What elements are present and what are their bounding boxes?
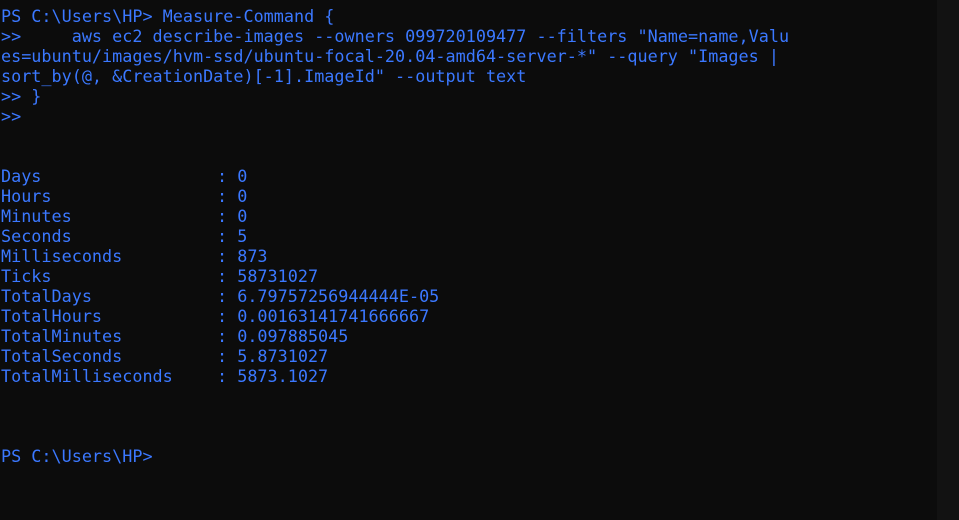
result-row: TotalHours: 0.00163141741666667 [1,306,429,326]
prompt-text: PS C:\Users\HP> [1,446,153,466]
result-value: 0.097885045 [237,326,349,346]
result-row: Days: 0 [1,166,247,186]
result-row: Minutes: 0 [1,206,247,226]
result-row: TotalSeconds: 5.8731027 [1,346,328,366]
result-name: Minutes [1,206,72,226]
result-value: 0 [237,166,248,186]
result-row: Hours: 0 [1,186,247,206]
result-name: TotalDays [1,286,92,306]
result-value: 873 [237,246,268,266]
result-separator: : [217,326,238,346]
result-name: TotalHours [1,306,103,326]
result-separator: : [217,246,238,266]
result-row: Ticks: 58731027 [1,266,318,286]
result-value: 0.00163141741666667 [237,306,430,326]
result-row: TotalMilliseconds: 5873.1027 [1,366,328,386]
result-separator: : [217,266,238,286]
command-line-1: PS C:\Users\HP> Measure-Command { [1,6,335,26]
result-separator: : [217,366,238,386]
result-name: Hours [1,186,52,206]
result-separator: : [217,166,238,186]
result-name: Days [1,166,42,186]
result-separator: : [217,186,238,206]
result-row: TotalDays: 6.79757256944444E-05 [1,286,439,306]
result-row: Milliseconds: 873 [1,246,268,266]
result-separator: : [217,206,238,226]
result-value: 0 [237,206,248,226]
command-line-4: sort_by(@, &CreationDate)[-1].ImageId" -… [1,66,527,86]
result-value: 5873.1027 [237,366,329,386]
result-name: TotalMilliseconds [1,366,173,386]
result-value: 5.8731027 [237,346,329,366]
result-separator: : [217,226,238,246]
result-name: Seconds [1,226,72,246]
result-separator: : [217,346,238,366]
result-value: 5 [237,226,248,246]
result-row: Seconds: 5 [1,226,247,246]
result-separator: : [217,286,238,306]
command-line-2: >> aws ec2 describe-images --owners 0997… [1,26,790,46]
result-name: Milliseconds [1,246,123,266]
result-name: TotalMinutes [1,326,123,346]
result-name: TotalSeconds [1,346,123,366]
result-separator: : [217,306,238,326]
terminal-window[interactable]: PS C:\Users\HP> Measure-Command { >> aws… [0,0,937,520]
command-line-6: >> [1,106,22,126]
scrollbar-track[interactable] [937,0,959,520]
prompt-line[interactable]: PS C:\Users\HP> [1,446,153,466]
command-line-5: >> } [1,86,42,106]
result-name: Ticks [1,266,52,286]
result-value: 58731027 [237,266,319,286]
command-line-3: es=ubuntu/images/hvm-ssd/ubuntu-focal-20… [1,46,779,66]
result-value: 0 [237,186,248,206]
result-row: TotalMinutes: 0.097885045 [1,326,348,346]
result-value: 6.79757256944444E-05 [237,286,440,306]
